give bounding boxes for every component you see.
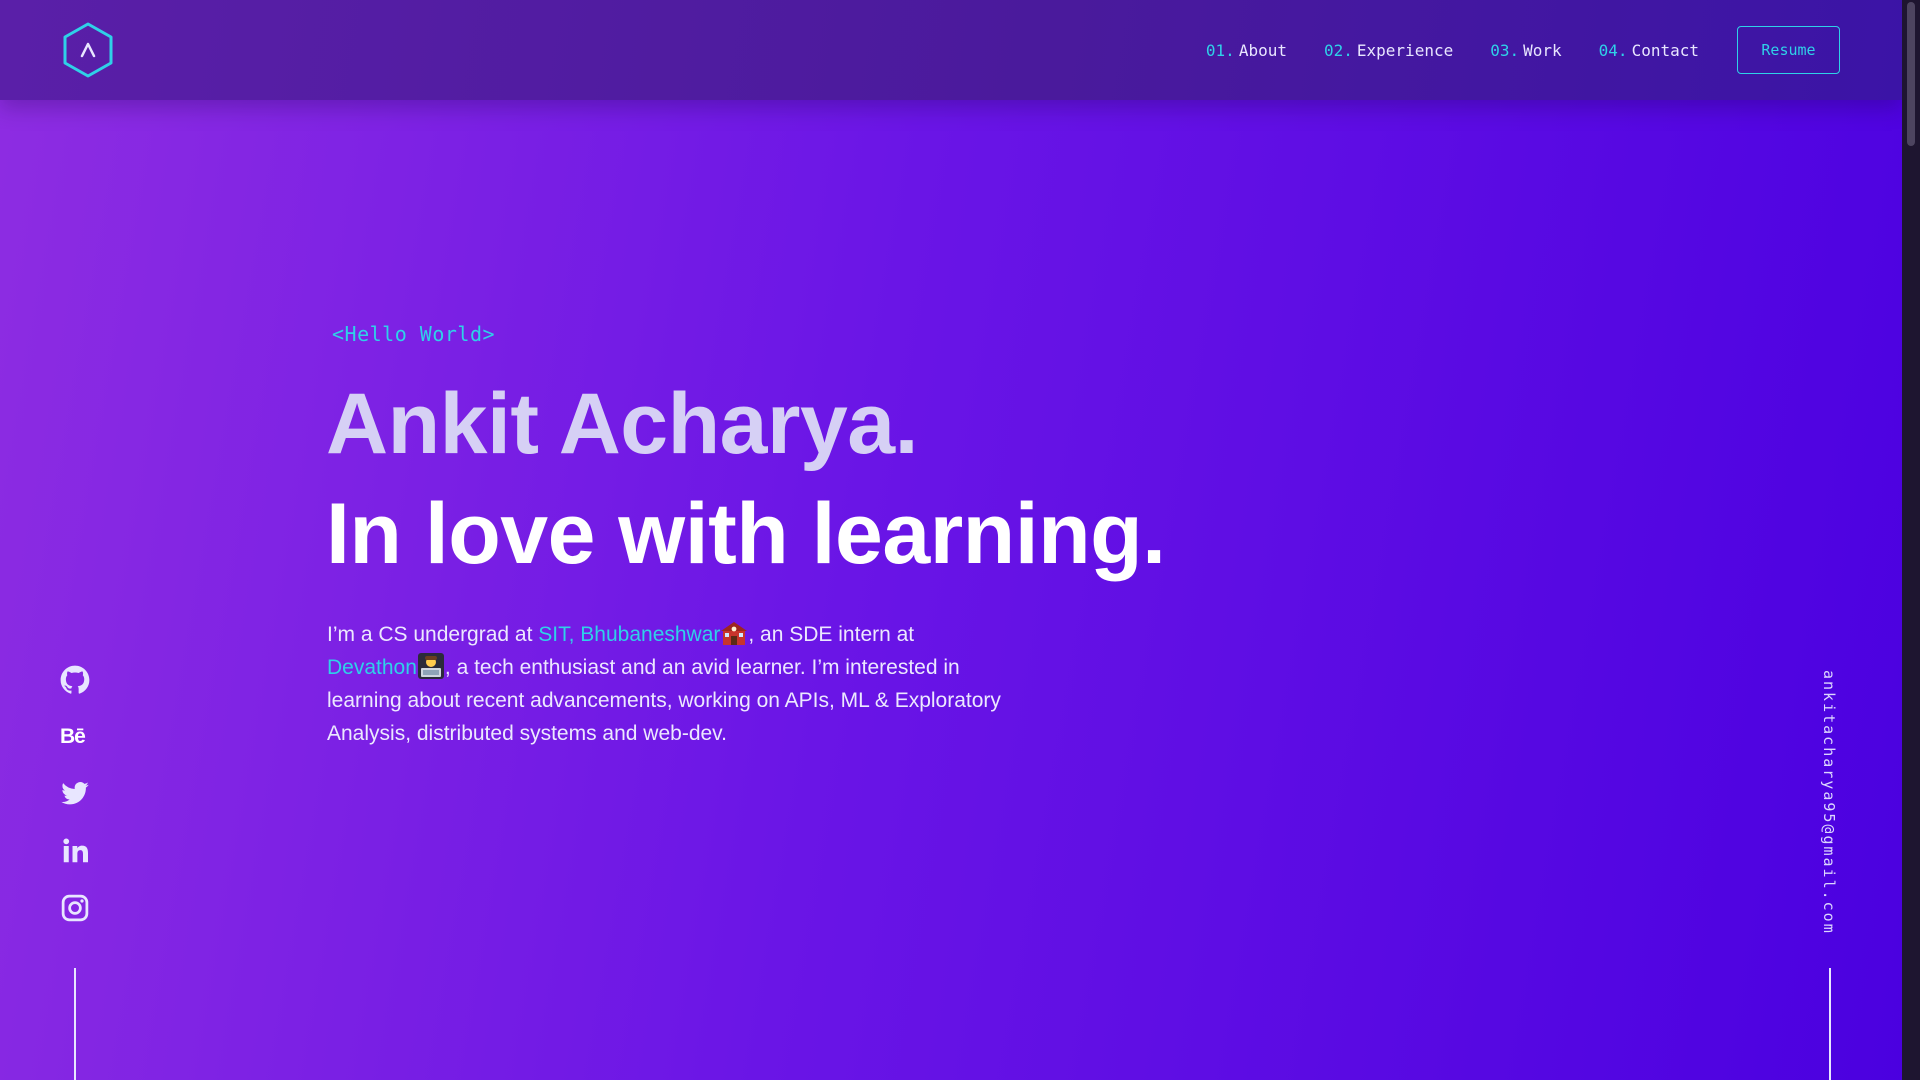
linkedin-icon[interactable] — [60, 836, 90, 866]
hero-bio: I’m a CS undergrad at SIT, Bhubaneshwar … — [327, 618, 1007, 750]
school-icon — [721, 622, 748, 645]
nav-about[interactable]: 01. About — [1206, 41, 1287, 60]
instagram-icon[interactable] — [60, 893, 90, 923]
nav-number: 04. — [1598, 40, 1628, 60]
hero-tagline: In love with learning. — [326, 486, 1166, 582]
resume-button[interactable]: Resume — [1737, 26, 1840, 74]
email-link[interactable]: ankitacharya95@gmail.com — [1820, 670, 1838, 935]
sit-link[interactable]: SIT, Bhubaneshwar — [538, 623, 720, 646]
nav-number: 02. — [1323, 40, 1353, 60]
nav-experience[interactable]: 02. Experience — [1324, 41, 1453, 60]
laptop-person-icon — [417, 653, 444, 679]
page-viewport: 01. About 02. Experience 03. Work 04. Contac… — [0, 0, 1902, 1080]
github-icon[interactable] — [60, 665, 90, 695]
devathon-link[interactable]: Devathon — [327, 656, 417, 679]
social-links: Bē — [60, 665, 90, 950]
hexagon-logo-icon[interactable] — [62, 22, 114, 78]
nav-number: 01. — [1205, 40, 1235, 60]
scrollbar[interactable] — [1902, 0, 1920, 1080]
nav-contact[interactable]: 04. Contact — [1599, 41, 1699, 60]
behance-icon[interactable]: Bē — [60, 722, 90, 752]
hero-name: Ankit Acharya. — [326, 376, 919, 472]
scrollbar-thumb[interactable] — [1907, 2, 1915, 146]
twitter-icon[interactable] — [60, 779, 90, 809]
bio-text: , an SDE intern at — [748, 623, 915, 646]
left-vertical-line — [74, 968, 76, 1080]
main-nav: 01. About 02. Experience 03. Work 04. Contac… — [1169, 26, 1840, 74]
right-vertical-line — [1829, 968, 1831, 1080]
nav-label: Experience — [1356, 40, 1454, 60]
site-header: 01. About 02. Experience 03. Work 04. Contac… — [0, 0, 1902, 100]
hello-world-greeting: <Hello World> — [332, 322, 496, 346]
bio-text: I’m a CS undergrad at — [327, 623, 539, 646]
nav-label: Work — [1523, 40, 1562, 60]
nav-work[interactable]: 03. Work — [1490, 41, 1561, 60]
nav-label: About — [1238, 40, 1287, 60]
nav-label: Contact — [1631, 40, 1699, 60]
nav-number: 03. — [1490, 40, 1520, 60]
